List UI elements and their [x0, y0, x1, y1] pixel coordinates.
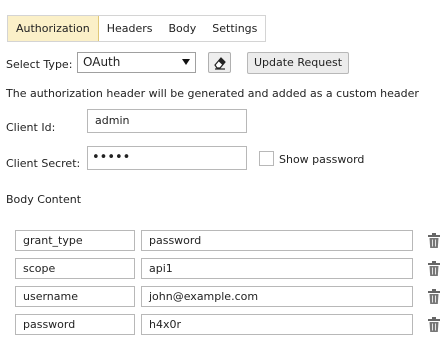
trash-icon[interactable]	[428, 317, 440, 332]
update-request-button[interactable]: Update Request	[247, 52, 349, 74]
body-key-input[interactable]: grant_type	[15, 230, 135, 251]
body-value-input[interactable]: password	[141, 230, 413, 251]
body-key-input[interactable]: scope	[15, 258, 135, 279]
client-id-label: Client Id:	[6, 121, 56, 134]
tab-bar: Authorization Headers Body Settings	[7, 15, 267, 42]
client-secret-label: Client Secret:	[6, 157, 81, 170]
show-password-checkbox[interactable]	[259, 151, 274, 166]
client-secret-input[interactable]: •••••	[87, 146, 247, 170]
eraser-icon	[214, 57, 226, 70]
trash-icon[interactable]	[428, 233, 440, 248]
tab-settings[interactable]: Settings	[204, 16, 265, 41]
chevron-down-icon	[182, 59, 190, 65]
show-password-label: Show password	[279, 153, 365, 166]
clear-button[interactable]	[208, 52, 231, 73]
body-value-input[interactable]: api1	[141, 258, 413, 279]
select-type-label: Select Type:	[6, 58, 73, 71]
tab-headers[interactable]: Headers	[99, 16, 161, 41]
body-key-input[interactable]: username	[15, 286, 135, 307]
body-key-input[interactable]: password	[15, 314, 135, 335]
body-value-input[interactable]: h4x0r	[141, 314, 413, 335]
tab-body[interactable]: Body	[160, 16, 204, 41]
auth-type-value: OAuth	[83, 55, 121, 69]
client-id-input[interactable]: admin	[87, 109, 247, 133]
auth-type-select[interactable]: OAuth	[77, 52, 196, 73]
trash-icon[interactable]	[428, 289, 440, 304]
body-value-input[interactable]: john@example.com	[141, 286, 413, 307]
info-text: The authorization header will be generat…	[6, 87, 419, 100]
tab-authorization[interactable]: Authorization	[8, 16, 99, 41]
trash-icon[interactable]	[428, 261, 440, 276]
body-content-label: Body Content	[6, 193, 82, 206]
